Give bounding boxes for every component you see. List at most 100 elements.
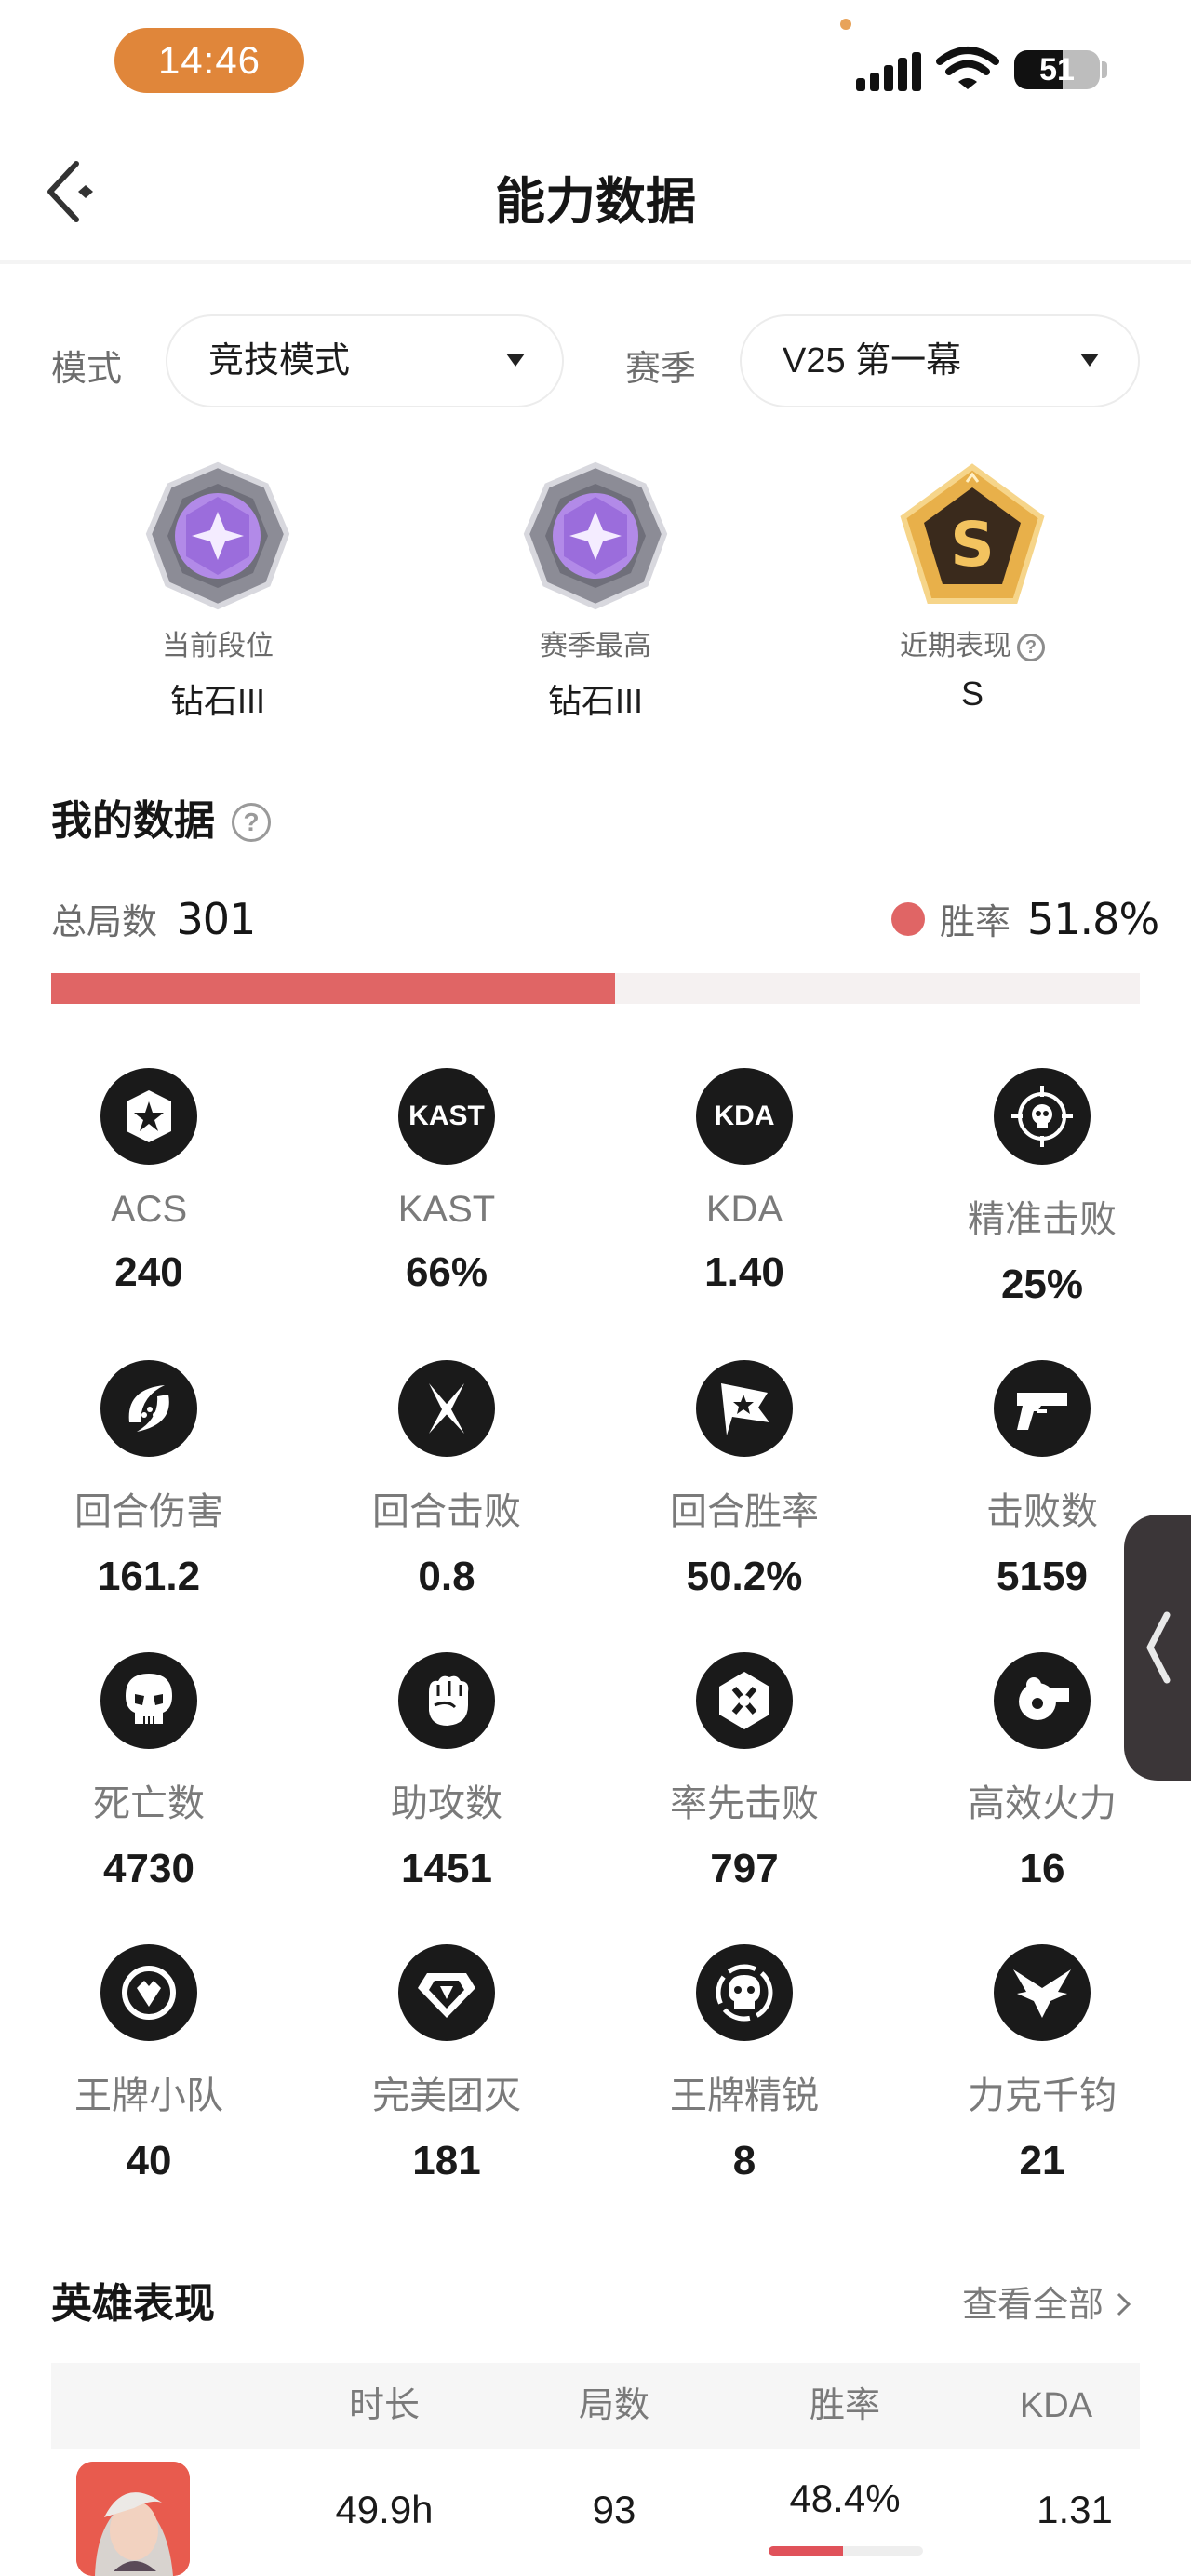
battery-icon: 51: [1014, 50, 1100, 89]
season-select[interactable]: V25 第一幕: [740, 314, 1140, 407]
mode-label: 模式: [51, 350, 123, 389]
stat-icon-text: KAST: [408, 1101, 485, 1131]
stat-label: 精准击败: [968, 1199, 1117, 1240]
stat-label: 死亡数: [93, 1783, 205, 1824]
stat-cell[interactable]: 完美团灭 181: [307, 1944, 586, 2184]
stat-cell[interactable]: 力克千钧 21: [903, 1944, 1182, 2184]
stat-icon-text: KDA: [714, 1101, 775, 1131]
section-title: 我的数据: [51, 798, 215, 844]
column-header-kda: KDA: [1019, 2386, 1093, 2425]
stat-value: 16: [1019, 1846, 1065, 1891]
stat-value: 4730: [103, 1846, 194, 1891]
help-icon[interactable]: ?: [232, 803, 271, 842]
column-header-matches: 局数: [578, 2386, 649, 2425]
stat-label: 王牌小队: [74, 2075, 223, 2116]
stat-cell[interactable]: 率先击败 797: [605, 1652, 884, 1892]
slash-damage-icon: [100, 1360, 197, 1457]
stat-cell[interactable]: ACS 240: [9, 1068, 288, 1296]
battery-level: 51: [1039, 52, 1075, 87]
stat-value: 1451: [401, 1846, 492, 1891]
stat-value: 50.2%: [686, 1554, 803, 1599]
kda-icon: KDA: [696, 1068, 793, 1165]
crossed-blades-icon: [398, 1360, 495, 1457]
stat-cell[interactable]: KAST KAST 66%: [307, 1068, 586, 1296]
stat-cell[interactable]: 回合伤害 161.2: [9, 1360, 288, 1600]
winrate-summary: 胜率 51.8%: [891, 893, 1159, 944]
stat-value: 161.2: [97, 1554, 201, 1599]
hero-avatar: [76, 2462, 190, 2576]
mode-select[interactable]: 竞技模式: [166, 314, 564, 407]
hero-winrate-fill: [769, 2546, 844, 2556]
rank-caption: 赛季最高: [540, 631, 651, 661]
first-blood-icon: [696, 1652, 793, 1749]
hero-winrate: 48.4%: [789, 2476, 901, 2520]
current-rank[interactable]: 当前段位 钻石III: [97, 461, 339, 723]
wifi-icon: [936, 47, 999, 89]
battery-tip: [1102, 61, 1107, 78]
stat-value: 8: [732, 2138, 756, 2183]
stat-label: 回合伤害: [74, 1491, 223, 1532]
stat-label: 王牌精锐: [670, 2075, 819, 2116]
stat-label: 力克千钧: [968, 2075, 1117, 2116]
skull-icon: [100, 1652, 197, 1749]
column-header-winrate: 胜率: [809, 2386, 880, 2425]
stat-cell[interactable]: 精准击败 25%: [903, 1068, 1182, 1308]
stat-value: 181: [412, 2138, 481, 2183]
stat-label: KAST: [397, 1189, 496, 1230]
stat-value: 40: [126, 2138, 172, 2183]
page-title: 能力数据: [495, 174, 696, 230]
chevron-down-icon: [1080, 354, 1099, 367]
pistol-icon: [994, 1360, 1091, 1457]
stat-cell[interactable]: 助攻数 1451: [307, 1652, 586, 1892]
total-matches-label: 总局数: [51, 903, 158, 942]
winged-icon: [994, 1944, 1091, 2041]
performance-badge-letter: S: [950, 509, 995, 581]
recent-performance[interactable]: S 近期表现? S: [851, 461, 1093, 714]
stat-cell[interactable]: KDA KDA 1.40: [605, 1068, 884, 1296]
rank-value: 钻石III: [547, 682, 643, 720]
stat-cell[interactable]: 回合击败 0.8: [307, 1360, 586, 1600]
stat-cell[interactable]: 回合胜率 50.2%: [605, 1360, 884, 1600]
ace-skull-icon: [696, 1944, 793, 2041]
diamond-icon: [398, 1944, 495, 2041]
stat-cell[interactable]: 王牌精锐 8: [605, 1944, 884, 2184]
help-icon[interactable]: ?: [1017, 634, 1045, 661]
ace-squad-icon: [100, 1944, 197, 2041]
diamond-rank-icon: [145, 461, 290, 610]
rank-caption: 当前段位: [162, 631, 274, 661]
stat-cell[interactable]: 王牌小队 40: [9, 1944, 288, 2184]
fist-icon: [398, 1652, 495, 1749]
stat-label: 高效火力: [968, 1783, 1117, 1824]
stat-label: 回合胜率: [670, 1491, 819, 1532]
kast-icon: KAST: [398, 1068, 495, 1165]
stat-label: 回合击败: [372, 1491, 521, 1532]
stat-cell[interactable]: 死亡数 4730: [9, 1652, 288, 1892]
stat-label: 率先击败: [670, 1783, 819, 1824]
stat-value: 797: [710, 1846, 779, 1891]
rank-value: 钻石III: [169, 682, 265, 720]
privacy-indicator-dot: [840, 19, 851, 30]
crosshair-skull-icon: [994, 1068, 1091, 1165]
chevron-right-icon: [1117, 2292, 1131, 2316]
stat-label: 助攻数: [391, 1783, 502, 1824]
heroes-title: 英雄表现: [51, 2281, 215, 2327]
stat-value: 1.40: [704, 1249, 784, 1295]
stat-value: 0.8: [418, 1554, 475, 1599]
hero-hours: 49.9h: [335, 2488, 434, 2531]
side-drawer-handle[interactable]: [1124, 1515, 1191, 1781]
rank-caption: 近期表现: [900, 631, 1011, 661]
hero-kda: 1.31: [1037, 2488, 1113, 2531]
season-label: 赛季: [625, 350, 697, 389]
stat-value: 25%: [1000, 1261, 1084, 1307]
rank-value: S: [960, 674, 984, 713]
total-matches-value: 301: [176, 894, 256, 944]
view-all-link[interactable]: 查看全部: [962, 2276, 1134, 2327]
rank-caption-row: 近期表现?: [851, 622, 1093, 663]
season-peak-rank[interactable]: 赛季最高 钻石III: [475, 461, 716, 723]
view-all-label: 查看全部: [962, 2286, 1104, 2325]
hero-winrate-bar: [769, 2546, 923, 2556]
total-matches: 总局数 301: [51, 893, 256, 944]
stat-label: ACS: [110, 1189, 188, 1230]
diamond-rank-icon: [523, 461, 668, 610]
stat-label: 完美团灭: [372, 2075, 521, 2116]
